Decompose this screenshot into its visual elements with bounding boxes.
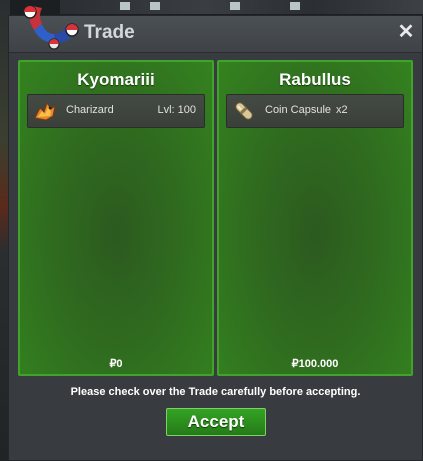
background-tile [290,2,300,10]
trade-panel-self: Kyomariii Charizard Lvl: 100 ₽0 [18,60,214,376]
window-title: Trade [84,22,135,43]
item-name: Coin Capsule [265,104,332,116]
background-tile [120,2,130,10]
item-level: Lvl: 100 [157,104,196,116]
coin-capsule-icon [235,102,253,120]
trade-item-slot[interactable]: Charizard Lvl: 100 [27,94,205,128]
accept-button[interactable]: Accept [166,408,266,436]
game-background-top [60,0,423,14]
item-name-row: Coin Capsule x2 [265,104,348,116]
close-button[interactable]: ✕ [396,20,416,44]
charizard-icon [34,101,56,121]
trade-panel-partner: Rabullus Coin Capsule x2 ₽100.000 [217,60,413,376]
item-name: Charizard [66,104,114,116]
player-name: Kyomariii [77,70,155,89]
background-tile [230,2,240,10]
trade-item-slot[interactable]: Coin Capsule x2 [226,94,404,128]
player-name: Rabullus [279,70,351,89]
background-tile [150,2,160,10]
item-quantity: x2 [336,104,348,116]
trade-notice: Please check over the Trade carefully be… [70,386,361,398]
money-offer: ₽100.000 [291,358,339,370]
pokeball-logo-icon [23,5,79,50]
trade-window: Trade ✕ Kyomariii Charizard Lvl: 100 ₽0 … [8,15,423,461]
money-offer: ₽0 [109,358,123,370]
